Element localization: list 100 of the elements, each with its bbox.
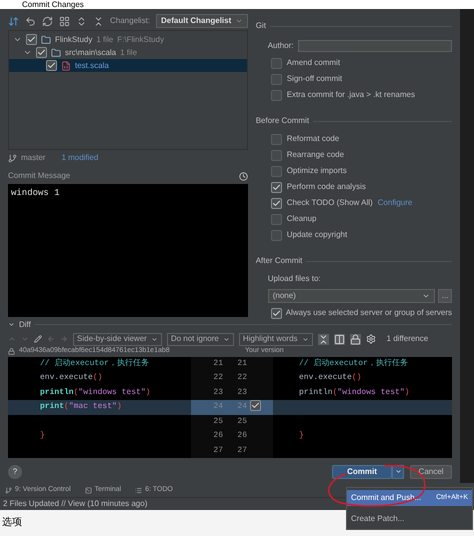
file-count: 1 file: [96, 34, 114, 46]
checkbox[interactable]: [270, 150, 282, 160]
checkbox[interactable]: [270, 198, 282, 208]
code-line: // 启动executor，执行任务: [40, 358, 149, 370]
commit-options-button[interactable]: [392, 464, 404, 479]
code-line: }: [299, 430, 304, 442]
grid-icon[interactable]: [59, 16, 70, 26]
collapse-unchanged-icon[interactable]: [318, 334, 329, 345]
tree-label: FlinkStudy: [55, 34, 92, 46]
option-label: Reformat code: [286, 133, 340, 145]
tree-row[interactable]: test.scala: [9, 59, 247, 72]
diff-arrows-icon[interactable]: [8, 16, 19, 26]
list-icon: [135, 486, 142, 494]
line-number: 24: [236, 401, 247, 414]
browse-button[interactable]: ...: [438, 289, 452, 303]
checkbox[interactable]: [270, 182, 282, 192]
history-icon[interactable]: [238, 172, 248, 180]
option-label: Extra commit for .java > .kt renames: [286, 89, 415, 101]
checkbox[interactable]: [270, 74, 282, 84]
checkbox[interactable]: [270, 134, 282, 144]
author-label: Author:: [268, 40, 294, 52]
branch-icon: [5, 486, 12, 494]
settings-icon[interactable]: [366, 334, 376, 344]
changelist-label: Changelist:: [110, 15, 150, 27]
terminal-icon: [84, 486, 92, 494]
option-label: Update copyright: [286, 229, 348, 241]
file-icon: [61, 60, 71, 70]
lock-icon[interactable]: [350, 334, 361, 345]
code-line: print("mac test"): [40, 401, 122, 414]
section-title: Git: [256, 20, 266, 32]
code-line: println("windows test"): [40, 386, 150, 399]
server-dropdown[interactable]: (none): [268, 289, 435, 303]
line-number: 21: [236, 358, 247, 370]
menu-item[interactable]: Create Patch...: [347, 511, 472, 527]
branch-name: master: [21, 152, 46, 164]
code-line: // 启动executor，执行任务: [299, 358, 408, 370]
viewer-dropdown[interactable]: Side-by-side viewer: [73, 332, 162, 346]
option-label: Amend commit: [286, 57, 340, 69]
status-text: 2 Files Updated // View (10 minutes ago): [3, 498, 148, 510]
line-number: 25: [212, 416, 223, 428]
expand-all-icon[interactable]: [76, 16, 87, 26]
option-label: Sign-off commit: [286, 73, 342, 85]
diff-title: Diff: [19, 318, 31, 331]
checkbox[interactable]: [270, 58, 282, 68]
code-line: env.execute(): [40, 372, 102, 384]
option-label: Check TODO (Show All): [286, 197, 373, 209]
columns-icon[interactable]: [334, 334, 345, 345]
code-line: println("windows test"): [299, 386, 410, 399]
options-label: 选项: [2, 516, 22, 530]
tree-row[interactable]: src\main\scala 1 file: [9, 46, 247, 59]
help-button[interactable]: ?: [8, 464, 22, 479]
line-number: 25: [236, 416, 247, 428]
edit-icon[interactable]: [34, 335, 42, 344]
lock-icon: [8, 348, 15, 356]
checkbox[interactable]: [46, 60, 57, 71]
option-label: Perform code analysis: [286, 181, 366, 193]
changelist-dropdown[interactable]: Default Changelist: [156, 14, 248, 28]
refresh-icon[interactable]: [42, 16, 53, 26]
folder-icon: [51, 48, 61, 58]
collapse-all-icon[interactable]: [93, 16, 104, 26]
checkbox[interactable]: [270, 214, 282, 224]
ignore-dropdown[interactable]: Do not ignore: [166, 332, 234, 346]
line-number: 27: [236, 444, 247, 457]
checkbox[interactable]: [250, 400, 261, 411]
line-number: 26: [236, 430, 247, 442]
checkbox[interactable]: [270, 230, 282, 240]
line-number: 22: [236, 372, 247, 384]
undo-icon[interactable]: [25, 16, 36, 26]
code-line: env.execute(): [299, 372, 362, 384]
file-count: 1 file: [120, 46, 138, 58]
highlight-dropdown[interactable]: Highlight words: [238, 332, 313, 346]
upload-label: Upload files to:: [266, 273, 322, 285]
option-label: Rearrange code: [286, 149, 344, 161]
tree-path: F:\FlinkStudy: [117, 34, 164, 46]
checkbox[interactable]: [270, 90, 282, 100]
tree-label: test.scala: [75, 60, 109, 72]
checkbox[interactable]: [26, 34, 37, 45]
window-title: Commit Changes: [22, 0, 84, 9]
line-number: 23: [236, 386, 247, 399]
checkbox[interactable]: [270, 166, 282, 176]
commit-message-field[interactable]: windows 1: [8, 184, 248, 317]
configure-link[interactable]: Configure: [378, 197, 412, 209]
tree-label: src\main\scala: [65, 46, 116, 58]
tree-row[interactable]: FlinkStudy 1 file F:\FlinkStudy: [9, 33, 247, 46]
checkbox[interactable]: [36, 47, 47, 58]
folder-icon: [41, 34, 51, 44]
line-number: 26: [212, 430, 223, 442]
difference-count: 1 difference: [386, 333, 428, 346]
branch-icon: [8, 154, 17, 162]
cancel-button[interactable]: Cancel: [410, 464, 452, 479]
modified-link[interactable]: 1 modified: [61, 152, 98, 164]
author-field[interactable]: [298, 40, 452, 52]
line-number: 23: [212, 386, 223, 399]
section-title: After Commit: [256, 255, 302, 267]
option-label: Optimize imports: [286, 165, 347, 177]
commit-button[interactable]: Commit: [332, 464, 392, 479]
section-title: Before Commit: [256, 115, 310, 127]
line-number: 27: [212, 444, 223, 457]
line-number: 24: [212, 401, 223, 414]
checkbox[interactable]: [270, 308, 282, 318]
